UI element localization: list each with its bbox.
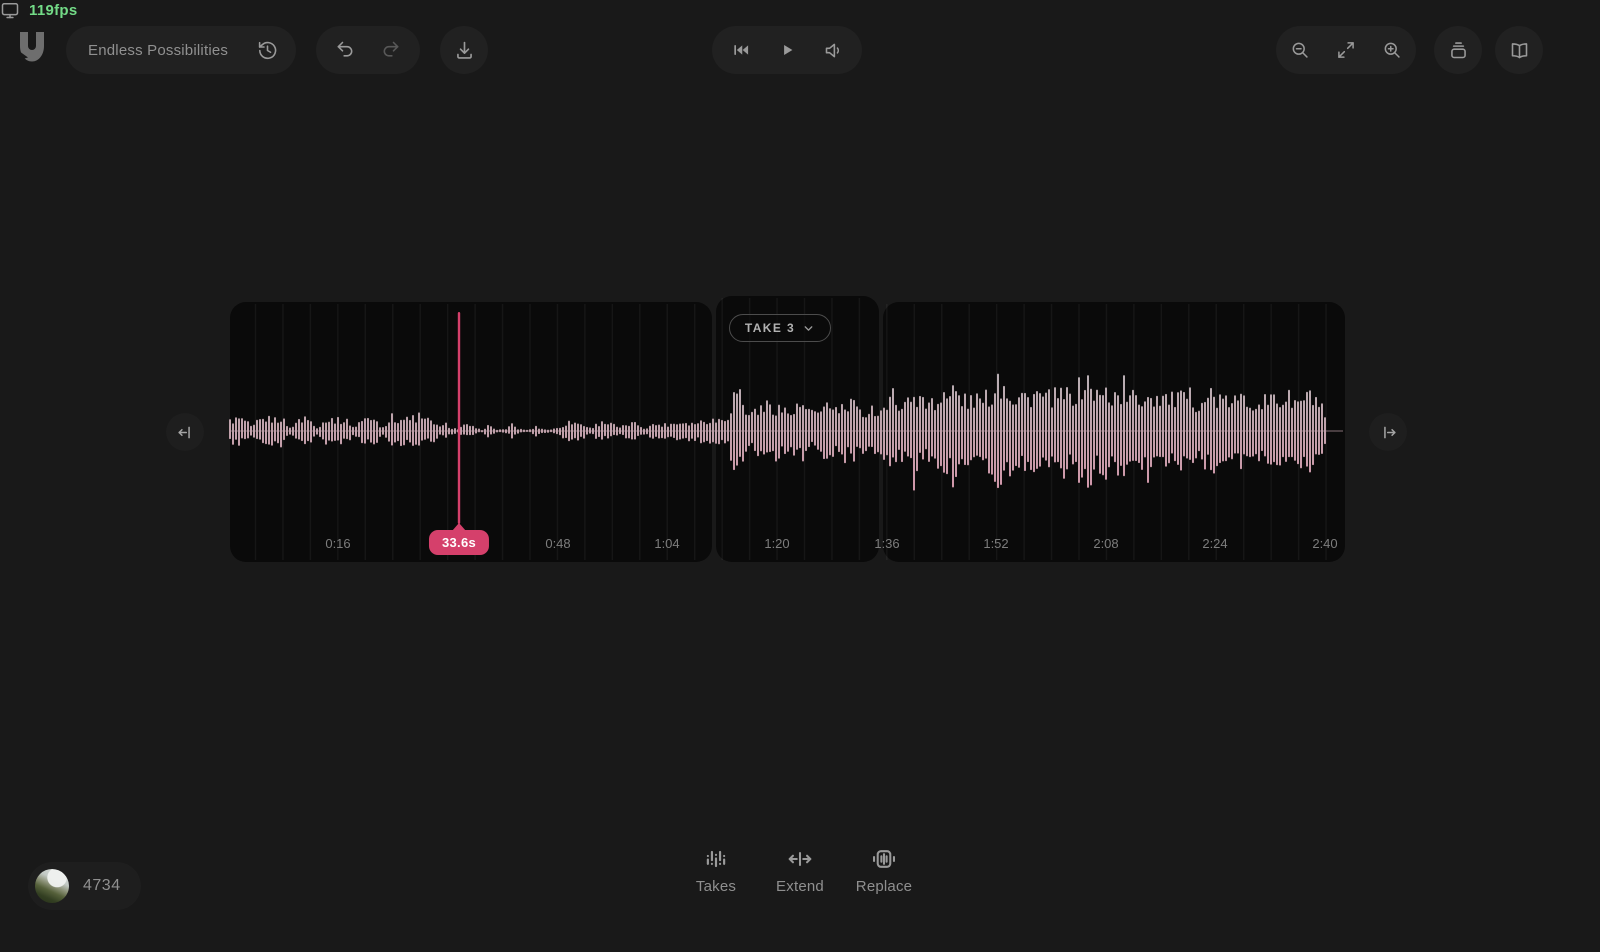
time-label: 1:36 <box>874 536 899 551</box>
extend-button[interactable]: Extend <box>771 846 829 895</box>
time-label: 0:48 <box>545 536 570 551</box>
scroll-left-button[interactable] <box>166 413 204 451</box>
replace-button[interactable]: Replace <box>855 846 913 895</box>
waveform-timeline[interactable] <box>0 0 1600 952</box>
action-bar: Takes Extend Replace <box>0 846 1600 895</box>
takes-button[interactable]: Takes <box>687 846 745 895</box>
playhead-time-badge[interactable]: 33.6s <box>429 530 489 555</box>
time-label: 2:08 <box>1093 536 1118 551</box>
takes-label: Takes <box>696 878 736 895</box>
app-root: { "colors": { "background": "#191919", "… <box>0 0 1600 952</box>
take-label: TAKE 3 <box>745 321 795 335</box>
takes-icon <box>703 846 729 872</box>
scroll-right-button[interactable] <box>1369 413 1407 451</box>
time-label: 1:52 <box>983 536 1008 551</box>
chevron-down-icon <box>802 322 815 335</box>
arrow-left-to-line-icon <box>176 423 195 442</box>
replace-icon <box>871 846 897 872</box>
time-label: 1:04 <box>654 536 679 551</box>
extend-label: Extend <box>776 878 824 895</box>
time-label: 1:20 <box>764 536 789 551</box>
playhead-line[interactable] <box>458 312 460 524</box>
take-selector[interactable]: TAKE 3 <box>729 314 831 342</box>
time-label: 2:24 <box>1202 536 1227 551</box>
time-label: 0:16 <box>325 536 350 551</box>
replace-label: Replace <box>856 878 912 895</box>
extend-icon <box>787 846 813 872</box>
time-label: 2:40 <box>1312 536 1337 551</box>
arrow-right-to-line-icon <box>1379 423 1398 442</box>
